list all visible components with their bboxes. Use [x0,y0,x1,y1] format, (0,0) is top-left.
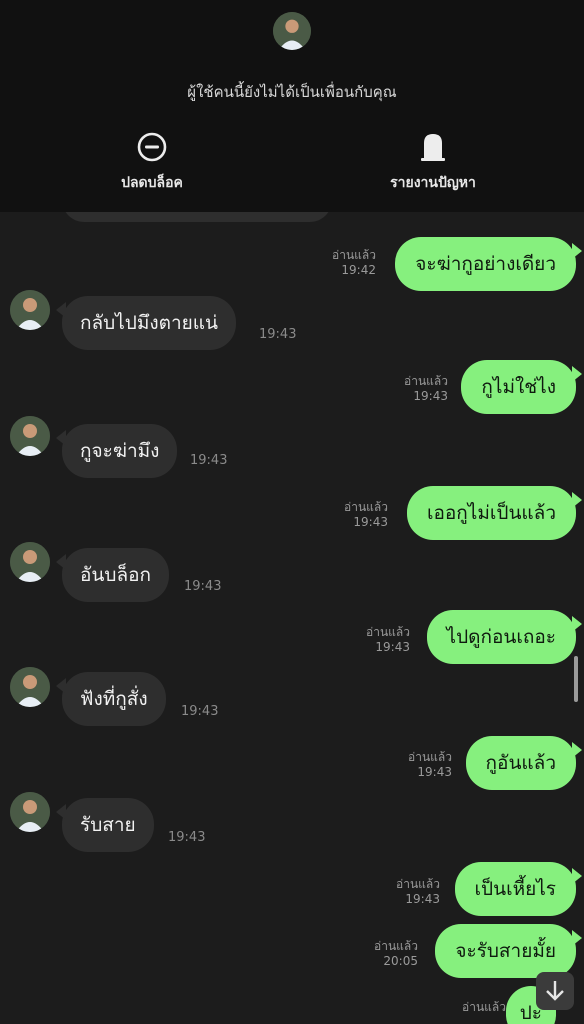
read-receipt: อ่านแล้ว [374,939,418,953]
message-time: 19:43 [181,704,219,719]
message-time: 19:43 [259,327,297,342]
unblock-button[interactable]: ปลดบล็อค [52,130,252,194]
avatar[interactable] [10,792,50,832]
person-avatar-icon [10,792,50,832]
person-avatar-icon [273,12,311,50]
avatar[interactable] [10,542,50,582]
chat-screen: อ่านแล้ว 19:42 จะฆ่ากูอย่างเดียว กลับไปม… [0,0,584,1024]
message-meta: อ่านแล้ว 19:43 [408,750,452,780]
blocked-user-header: ผู้ใช้คนนี้ยังไม่ได้เป็นเพื่อนกับคุณ ปลด… [0,0,584,212]
read-receipt: อ่านแล้ว [344,500,388,514]
tombstone-icon [421,134,445,161]
message-time: 19:43 [168,830,206,845]
message-meta: อ่านแล้ว 20:05 [374,939,418,969]
message-meta: อ่านแล้ว 19:43 [404,374,448,404]
message-meta: อ่านแล้ว 19:43 [366,625,410,655]
read-receipt: อ่านแล้ว [396,877,440,891]
read-receipt: อ่านแล้ว [408,750,452,764]
report-button[interactable]: รายงานปัญหา [333,130,533,194]
message-meta: อ่านแล้ว 19:43 [344,500,388,530]
person-avatar-icon [10,290,50,330]
incoming-message[interactable]: อันบล็อก [55,548,170,602]
message-time: 19:43 [184,579,222,594]
message-meta: อ่านแล้ว [462,1000,506,1015]
incoming-message[interactable]: รับสาย [56,798,154,852]
avatar[interactable] [10,667,50,707]
outgoing-message[interactable]: กูไม่ใช่ไง [461,360,582,414]
outgoing-message[interactable]: จะฆ่ากูอย่างเดียว [395,237,582,291]
arrow-down-icon [546,981,564,1001]
read-receipt: อ่านแล้ว [366,625,410,639]
report-label: รายงานปัญหา [390,175,476,191]
read-receipt: อ่านแล้ว [404,374,448,388]
message-time: 19:43 [375,640,410,654]
outgoing-message[interactable]: เป็นเหี้ยไร [454,862,583,916]
message-time: 19:43 [417,765,452,779]
incoming-message[interactable]: กูจะฆ่ามึง [55,424,178,478]
message-time: 19:43 [190,453,228,468]
read-receipt: อ่านแล้ว [462,1000,506,1014]
person-avatar-icon [10,667,50,707]
incoming-message[interactable]: ฟังที่กูสั่ง [56,672,166,726]
message-time: 19:42 [341,263,376,277]
minus-circle-icon [137,132,167,162]
scrollbar[interactable] [574,656,578,702]
message-meta: อ่านแล้ว 19:43 [396,877,440,907]
contact-avatar[interactable] [273,12,311,50]
message-time: 20:05 [383,954,418,968]
message-time: 19:43 [405,892,440,906]
scroll-to-bottom-button[interactable] [536,972,574,1010]
outgoing-message[interactable]: เออกูไม่เป็นแล้ว [406,486,583,540]
outgoing-message[interactable]: กูอันแล้ว [465,736,583,790]
person-avatar-icon [10,416,50,456]
message-time: 19:43 [353,515,388,529]
not-friend-notice: ผู้ใช้คนนี้ยังไม่ได้เป็นเพื่อนกับคุณ [187,83,397,101]
message-meta: อ่านแล้ว 19:42 [332,248,376,278]
avatar[interactable] [10,290,50,330]
read-receipt: อ่านแล้ว [332,248,376,262]
outgoing-message[interactable]: จะรับสายมั้ย [435,924,582,978]
message-time: 19:43 [413,389,448,403]
incoming-message[interactable]: กลับไปมึงตายแน่ [55,296,237,350]
avatar[interactable] [10,416,50,456]
unblock-label: ปลดบล็อค [121,175,183,191]
person-avatar-icon [10,542,50,582]
outgoing-message[interactable]: ไปดูก่อนเถอะ [426,610,583,664]
